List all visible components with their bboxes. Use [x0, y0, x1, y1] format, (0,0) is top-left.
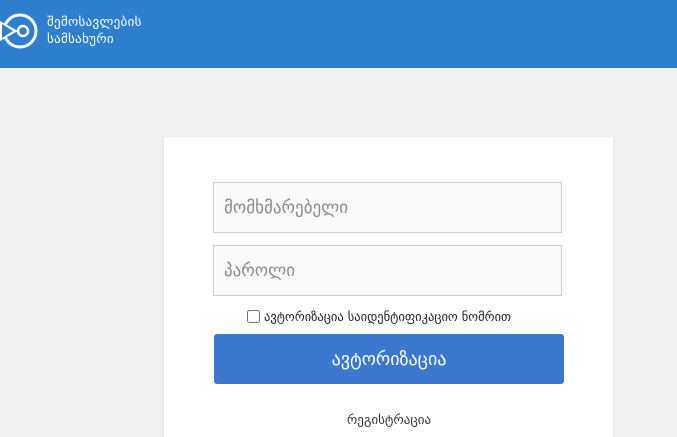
username-input[interactable]	[213, 182, 562, 233]
revenue-service-logo-icon[interactable]	[0, 11, 40, 51]
login-button[interactable]: ავტორიზაცია	[214, 334, 564, 384]
logo-line-2: სამსახური	[47, 32, 114, 47]
register-link[interactable]: რეგისტრაცია	[214, 413, 564, 428]
id-login-option: ავტორიზაცია საიდენტიფიკაციო ნომრით	[246, 306, 511, 326]
site-header: შემოსავლების სამსახური	[0, 0, 677, 68]
id-login-checkbox-label[interactable]: ავტორიზაცია საიდენტიფიკაციო ნომრით	[264, 309, 511, 324]
id-login-checkbox[interactable]	[247, 309, 260, 323]
logo-text[interactable]: შემოსავლების სამსახური	[47, 14, 142, 48]
password-input[interactable]	[213, 245, 562, 296]
logo-line-1: შემოსავლების	[47, 15, 142, 30]
